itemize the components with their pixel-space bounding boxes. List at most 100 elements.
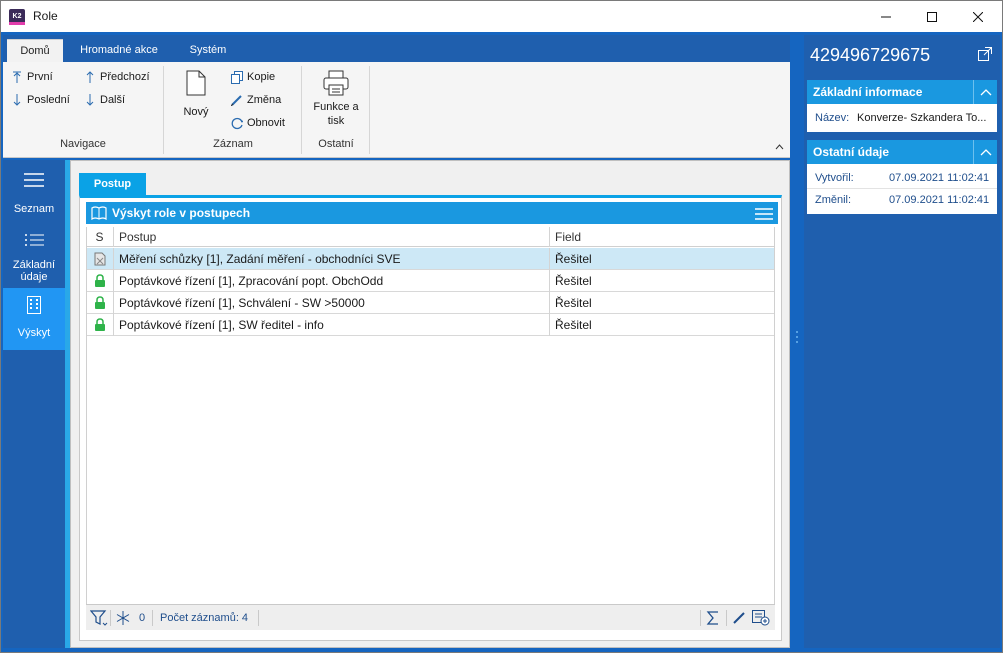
tab-domu[interactable]: Domů bbox=[7, 39, 63, 62]
copy-label: Kopie bbox=[247, 71, 276, 83]
tab-hromadne-akce[interactable]: Hromadné akce bbox=[71, 39, 167, 62]
arrow-down-icon bbox=[84, 93, 96, 107]
grid-border bbox=[86, 227, 87, 607]
chevron-up-icon[interactable] bbox=[973, 80, 997, 104]
column-header-s[interactable]: S bbox=[86, 227, 114, 247]
book-icon bbox=[91, 205, 107, 227]
group-ostatni-label: Ostatní bbox=[318, 138, 354, 150]
filter-button[interactable] bbox=[89, 605, 108, 631]
left-navigation: Seznam Základní údaje Výskyt bbox=[3, 160, 65, 648]
status-separator bbox=[258, 610, 259, 626]
next-label: Další bbox=[100, 94, 126, 106]
created-value: 07.09.2021 11:02:41 bbox=[889, 172, 990, 184]
row-field-cell: Řešitel bbox=[550, 314, 775, 336]
row-field-cell: Řešitel bbox=[550, 248, 775, 270]
pencil-icon bbox=[231, 93, 243, 107]
grid-menu-icon[interactable] bbox=[755, 206, 773, 228]
grid-title-bar: Výskyt role v postupech bbox=[86, 202, 778, 224]
nav-item-vyskyt[interactable]: Výskyt bbox=[3, 288, 65, 350]
changed-value: 07.09.2021 11:02:41 bbox=[889, 194, 990, 206]
new-record-button[interactable] bbox=[752, 605, 770, 631]
sigma-icon bbox=[706, 611, 718, 625]
previous-button[interactable]: Předchozí bbox=[84, 68, 150, 86]
app-logo-icon: K2 bbox=[9, 9, 25, 25]
row-postup-cell: Měření schůzky [1], Zadání měření - obch… bbox=[114, 248, 550, 270]
pencil-icon bbox=[733, 612, 745, 624]
lock-icon bbox=[94, 274, 105, 287]
collapse-ribbon-button[interactable] bbox=[775, 142, 784, 153]
close-button[interactable] bbox=[955, 1, 1001, 32]
new-button[interactable]: Nový bbox=[173, 70, 219, 118]
ribbon-separator bbox=[163, 66, 164, 154]
refresh-label: Obnovit bbox=[247, 117, 285, 129]
nav-item-seznam[interactable]: Seznam bbox=[3, 160, 65, 224]
section-other-info-title: Ostatní údaje bbox=[813, 145, 890, 159]
grid-title: Výskyt role v postupech bbox=[112, 206, 251, 220]
lock-icon bbox=[94, 296, 105, 309]
next-button[interactable]: Další bbox=[84, 91, 125, 109]
last-button[interactable]: Poslední bbox=[11, 91, 70, 109]
previous-label: Předchozí bbox=[100, 71, 150, 83]
refresh-button[interactable]: Obnovit bbox=[231, 114, 285, 132]
table-row[interactable]: Poptávkové řízení [1], Schválení - SW >5… bbox=[86, 292, 775, 314]
snowflake-icon bbox=[116, 611, 130, 625]
first-label: První bbox=[27, 71, 53, 83]
info-row-changed: Změnil: 07.09.2021 11:02:41 bbox=[807, 189, 997, 211]
changed-label: Změnil: bbox=[815, 194, 852, 206]
row-status-cell bbox=[86, 270, 114, 292]
row-postup-cell: Poptávkové řízení [1], Schválení - SW >5… bbox=[114, 292, 550, 314]
section-other-info-header[interactable]: Ostatní údaje bbox=[807, 140, 997, 164]
minimize-button[interactable] bbox=[863, 1, 909, 32]
filter-icon bbox=[89, 610, 108, 626]
sum-button[interactable] bbox=[706, 605, 720, 631]
printer-icon bbox=[323, 70, 349, 96]
title-bar: K2 Role bbox=[0, 0, 1003, 32]
status-separator bbox=[110, 610, 111, 626]
splitter-grip-icon bbox=[796, 331, 798, 343]
table-row[interactable]: Poptávkové řízení [1], SW ředitel - info… bbox=[86, 314, 775, 336]
tab-postup[interactable]: Postup bbox=[79, 173, 146, 195]
section-basic-info-body: Název: Konverze- Szkandera To... bbox=[807, 104, 997, 132]
bullet-list-icon bbox=[25, 234, 44, 246]
nav-item-zakladni-udaje[interactable]: Základní údaje bbox=[3, 226, 65, 286]
tab-system[interactable]: Systém bbox=[175, 39, 241, 62]
building-icon bbox=[27, 296, 41, 314]
section-other-info-body: Vytvořil: 07.09.2021 11:02:41 Změnil: 07… bbox=[807, 164, 997, 214]
info-row-created: Vytvořil: 07.09.2021 11:02:41 bbox=[807, 167, 997, 189]
column-header-field[interactable]: Field bbox=[550, 227, 775, 247]
grid-border bbox=[774, 227, 775, 607]
grid-status-bar: 0 Počet záznamů: 4 bbox=[86, 604, 775, 630]
new-document-icon bbox=[186, 70, 206, 96]
copy-icon bbox=[231, 70, 243, 84]
selected-count: 0 bbox=[139, 612, 146, 624]
table-row[interactable]: Měření schůzky [1], Zadání měření - obch… bbox=[86, 248, 775, 270]
selection-button[interactable] bbox=[116, 605, 130, 631]
arrow-down-icon bbox=[11, 93, 23, 107]
grid-panel: Výskyt role v postupech S Postup Field M… bbox=[79, 195, 782, 641]
open-external-icon[interactable] bbox=[978, 47, 992, 64]
row-status-cell bbox=[86, 292, 114, 314]
ribbon-separator bbox=[369, 66, 370, 154]
maximize-button[interactable] bbox=[909, 1, 955, 32]
row-status-cell bbox=[86, 314, 114, 336]
name-label: Název: bbox=[815, 112, 850, 124]
edit-button[interactable] bbox=[732, 605, 746, 631]
column-header-postup[interactable]: Postup bbox=[114, 227, 550, 247]
main-content: Postup Výskyt role v postupech S Postup … bbox=[70, 160, 790, 648]
copy-button[interactable]: Kopie bbox=[231, 68, 275, 86]
new-record-icon bbox=[752, 610, 770, 626]
first-button[interactable]: První bbox=[11, 68, 53, 86]
chevron-up-icon bbox=[775, 144, 784, 150]
section-basic-info-header[interactable]: Základní informace bbox=[807, 80, 997, 104]
ribbon-separator bbox=[301, 66, 302, 154]
row-field-cell: Řešitel bbox=[550, 270, 775, 292]
nav-label-seznam: Seznam bbox=[13, 203, 55, 215]
functions-print-button[interactable]: Funkce a tisk bbox=[306, 70, 366, 128]
arrow-up-to-top-icon bbox=[11, 70, 23, 84]
change-button[interactable]: Změna bbox=[231, 91, 281, 109]
info-row-name: Název: Konverze- Szkandera To... bbox=[807, 107, 997, 129]
chevron-up-icon[interactable] bbox=[973, 140, 997, 164]
table-row[interactable]: Poptávkové řízení [1], Zpracování popt. … bbox=[86, 270, 775, 292]
change-label: Změna bbox=[247, 94, 282, 106]
panel-splitter[interactable] bbox=[790, 32, 804, 652]
